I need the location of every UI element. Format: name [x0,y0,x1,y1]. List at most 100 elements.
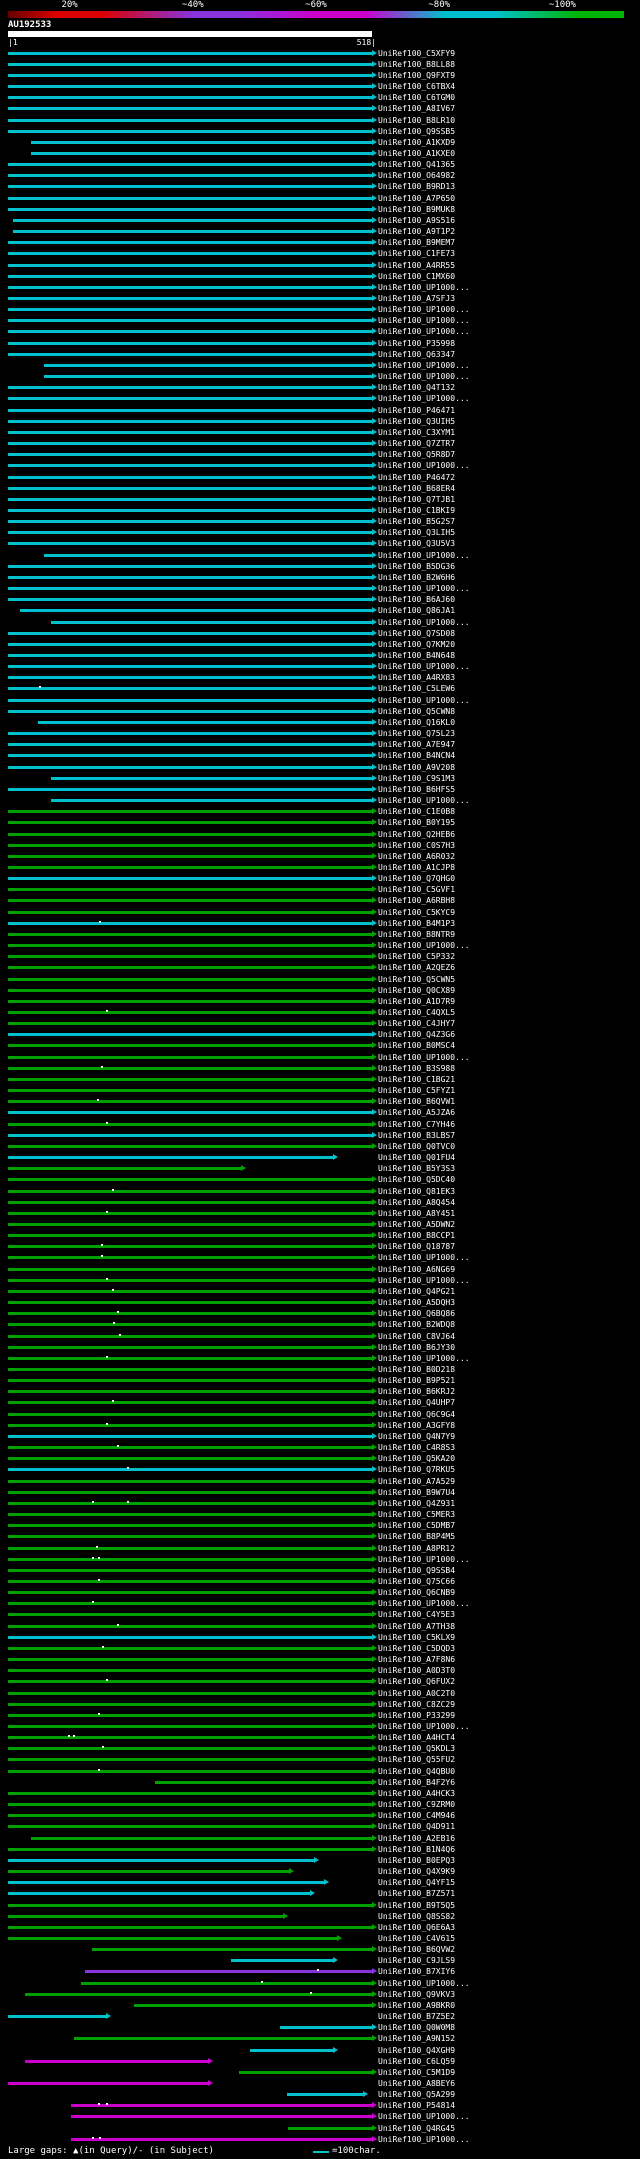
alignment-bar[interactable] [8,2082,209,2086]
alignment-bar[interactable] [8,1535,372,1539]
hit-label[interactable]: UniRef100_C8VJ64 [378,1332,455,1341]
alignment-bar[interactable] [8,1903,372,1907]
alignment-bar[interactable] [8,1936,337,1940]
alignment-bar[interactable] [8,977,372,981]
hit-label[interactable]: UniRef100_C5DQD3 [378,1644,455,1653]
hit-label[interactable]: UniRef100_A4RR55 [378,261,455,270]
alignment-bar[interactable] [279,2026,372,2030]
alignment-bar[interactable] [8,1713,372,1717]
hit-label[interactable]: UniRef100_B4M1P3 [378,919,455,928]
hit-label[interactable]: UniRef100_B2WDQ8 [378,1321,455,1329]
alignment-bar[interactable] [8,408,372,412]
hit-label[interactable]: UniRef100_A9N152 [378,2035,455,2043]
hit-label[interactable]: UniRef100_UP1000... [378,1053,470,1062]
alignment-bar[interactable] [8,810,372,814]
hit-label[interactable]: UniRef100_C4QXL5 [378,1009,455,1017]
alignment-bar[interactable] [8,252,372,256]
hit-label[interactable]: UniRef100_C5KYC9 [378,908,455,917]
alignment-bar[interactable] [8,888,372,892]
hit-label[interactable]: UniRef100_Q7SD08 [378,629,455,638]
hit-label[interactable]: UniRef100_Q9VKV3 [378,1990,455,1999]
hit-label[interactable]: UniRef100_Q4XGH9 [378,2046,455,2055]
hit-label[interactable]: UniRef100_Q7QHG0 [378,875,455,883]
hit-label[interactable]: UniRef100_C8ZC29 [378,1700,455,1709]
hit-label[interactable]: UniRef100_P35998 [378,339,455,348]
hit-label[interactable]: UniRef100_B5G2S7 [378,518,455,526]
alignment-bar[interactable] [8,129,372,133]
alignment-bar[interactable] [8,1189,372,1193]
hit-label[interactable]: UniRef100_UP1000... [378,462,470,470]
hit-label[interactable]: UniRef100_C1BG21 [378,1075,455,1084]
hit-label[interactable]: UniRef100_B8P4M5 [378,1533,455,1541]
alignment-bar[interactable] [8,297,372,301]
alignment-bar[interactable] [8,475,372,479]
alignment-bar[interactable] [8,921,372,925]
alignment-bar[interactable] [8,1390,372,1394]
alignment-bar[interactable] [8,308,372,312]
alignment-bar[interactable] [8,442,372,446]
hit-label[interactable]: UniRef100_Q4PG21 [378,1287,455,1296]
hit-label[interactable]: UniRef100_Q4X9K9 [378,1868,455,1876]
hit-label[interactable]: UniRef100_B4N648 [378,652,455,660]
alignment-bar[interactable] [8,2015,107,2019]
hit-label[interactable]: UniRef100_UP1000... [378,306,470,314]
hit-label[interactable]: UniRef100_A9T1P2 [378,228,455,236]
alignment-bar[interactable] [8,163,372,167]
alignment-bar[interactable] [8,1423,372,1427]
hit-label[interactable]: UniRef100_UP1000... [378,1276,470,1285]
hit-label[interactable]: UniRef100_B8LL88 [378,60,455,69]
hit-label[interactable]: UniRef100_B2W6H6 [378,573,455,582]
hit-label[interactable]: UniRef100_A8Y451 [378,1209,455,1218]
hit-label[interactable]: UniRef100_Q7ZTR7 [378,440,455,448]
alignment-bar[interactable] [8,352,372,356]
hit-label[interactable]: UniRef100_B9P521 [378,1377,455,1385]
hit-label[interactable]: UniRef100_C4Y5E3 [378,1611,455,1619]
hit-label[interactable]: UniRef100_A7TH38 [378,1622,455,1631]
alignment-bar[interactable] [8,1055,372,1059]
hit-label[interactable]: UniRef100_B9MEM7 [378,239,455,247]
alignment-bar[interactable] [8,1312,372,1316]
alignment-bar[interactable] [8,564,372,568]
alignment-bar[interactable] [249,2048,333,2052]
hit-label[interactable]: UniRef100_A0D3T0 [378,1667,455,1675]
hit-label[interactable]: UniRef100_Q9SSB5 [378,127,455,136]
hit-label[interactable]: UniRef100_Q5R8D7 [378,451,455,459]
alignment-bar[interactable] [8,464,372,468]
hit-label[interactable]: UniRef100_B68ER4 [378,484,455,493]
hit-label[interactable]: UniRef100_UP1000... [378,1600,470,1608]
alignment-bar[interactable] [8,966,372,970]
hit-label[interactable]: UniRef100_C4V615 [378,1934,455,1943]
hit-label[interactable]: UniRef100_A7E947 [378,741,455,749]
hit-label[interactable]: UniRef100_A9BKR0 [378,2001,455,2010]
hit-label[interactable]: UniRef100_Q2HEB6 [378,830,455,839]
alignment-bar[interactable] [8,944,372,948]
alignment-bar[interactable] [8,419,372,423]
hit-label[interactable]: UniRef100_B3LBS7 [378,1131,455,1140]
alignment-bar[interactable] [8,1847,372,1851]
hit-label[interactable]: UniRef100_C5FYZ1 [378,1087,455,1095]
alignment-bar[interactable] [8,1702,372,1706]
hit-label[interactable]: UniRef100_A8Q454 [378,1198,455,1207]
alignment-bar[interactable] [8,1301,372,1305]
alignment-bar[interactable] [8,453,372,457]
alignment-bar[interactable] [8,1022,372,1026]
hit-label[interactable]: UniRef100_C9ZRM0 [378,1801,455,1809]
alignment-bar[interactable] [8,1613,372,1617]
hit-label[interactable]: UniRef100_B4NCN4 [378,752,455,760]
alignment-bar[interactable] [8,107,372,111]
alignment-bar[interactable] [8,1669,372,1673]
hit-label[interactable]: UniRef100_A8PR12 [378,1544,455,1553]
hit-label[interactable]: UniRef100_UP1000... [378,2113,470,2121]
hit-label[interactable]: UniRef100_A5DQH3 [378,1299,455,1307]
alignment-bar[interactable] [8,1825,372,1829]
hit-label[interactable]: UniRef100_O64982 [378,172,455,180]
hit-label[interactable]: UniRef100_C1FE73 [378,250,455,258]
hit-label[interactable]: UniRef100_B4F2Y6 [378,1778,455,1787]
alignment-bar[interactable] [8,241,372,245]
alignment-bar[interactable] [8,988,372,992]
alignment-bar[interactable] [8,1568,372,1572]
alignment-bar[interactable] [8,1289,372,1293]
hit-label[interactable]: UniRef100_C5MER3 [378,1511,455,1519]
alignment-bar[interactable] [8,631,372,635]
alignment-bar[interactable] [8,1222,372,1226]
